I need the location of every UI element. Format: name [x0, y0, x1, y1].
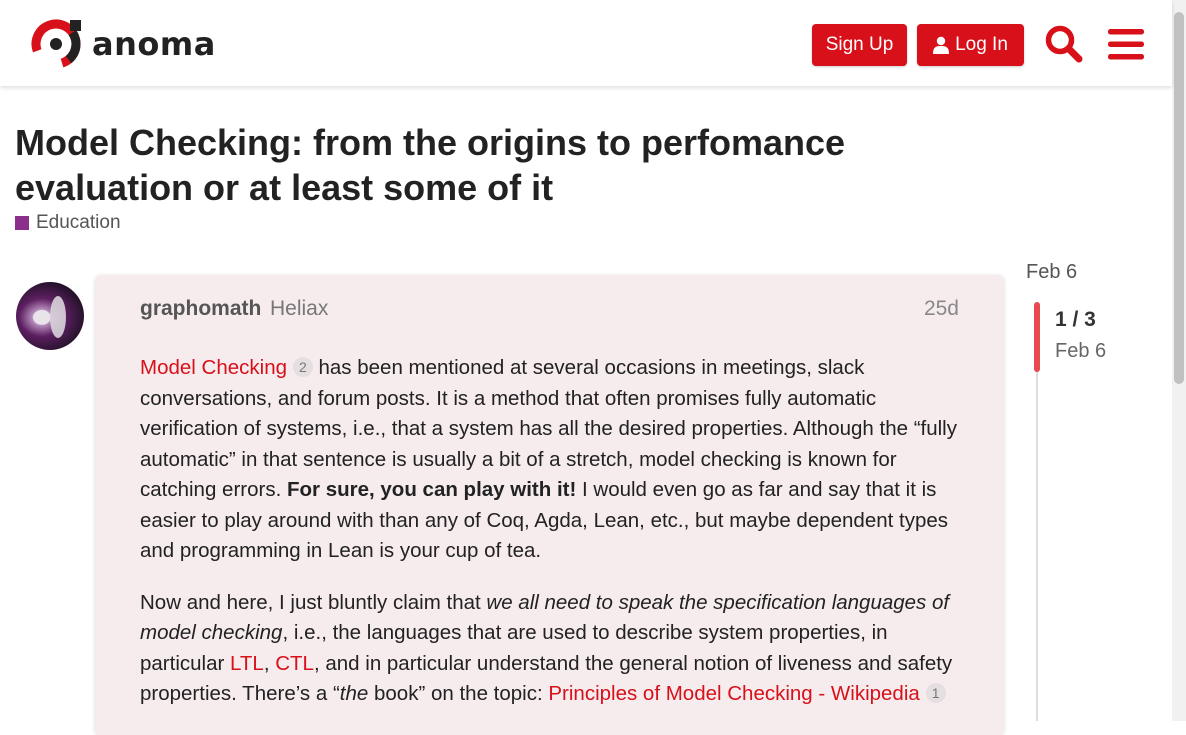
- link-model-checking[interactable]: Model Checking: [140, 356, 287, 379]
- log-in-label: Log In: [955, 34, 1008, 55]
- post-meta: graphomath Heliax 25d: [140, 297, 959, 327]
- logo-text: anoma: [92, 25, 216, 63]
- link-ctl[interactable]: CTL: [275, 652, 314, 675]
- link-click-count: 1: [925, 683, 946, 703]
- site-header: anoma Sign Up Log In: [0, 0, 1172, 86]
- scrollbar-thumb[interactable]: [1174, 12, 1184, 384]
- post-paragraph: Now and here, I just bluntly claim that …: [140, 590, 953, 706]
- post-date[interactable]: 25d: [924, 297, 959, 321]
- page-scrollbar[interactable]: [1172, 0, 1186, 721]
- user-icon: [933, 36, 950, 54]
- log-in-button[interactable]: Log In: [917, 24, 1024, 66]
- category-badge[interactable]: Education: [15, 212, 121, 234]
- post: graphomath Heliax 25d Model Checking 2 ha…: [95, 275, 1004, 735]
- hamburger-menu-icon[interactable]: [1106, 22, 1146, 66]
- link-click-count: 2: [293, 357, 313, 377]
- post-body: Model Checking 2 has been mentioned at se…: [140, 353, 959, 731]
- timeline-position: 1 / 3: [1055, 308, 1096, 331]
- timeline-handle[interactable]: [1034, 302, 1040, 372]
- sign-up-button[interactable]: Sign Up: [812, 24, 907, 66]
- avatar[interactable]: [16, 282, 84, 350]
- topic-title[interactable]: Model Checking: from the origins to perf…: [15, 120, 975, 210]
- category-label: Education: [36, 212, 121, 233]
- bold-text: For sure, you can play with it!: [286, 478, 577, 501]
- italic-text: the: [339, 682, 369, 705]
- timeline-current-date: Feb 6: [1055, 340, 1107, 362]
- link-principles-of-model-checking[interactable]: Principles of Model Checking - Wikipedia: [548, 682, 919, 705]
- link-ltl[interactable]: LTL: [230, 652, 264, 675]
- search-icon[interactable]: [1044, 22, 1084, 66]
- timeline-start-date[interactable]: Feb 6: [1026, 261, 1077, 284]
- post-paragraph: Model Checking 2 has been mentioned at se…: [140, 356, 957, 562]
- user-title: Heliax: [270, 297, 329, 320]
- anoma-logo-icon: [31, 19, 81, 69]
- username[interactable]: graphomath: [140, 297, 261, 321]
- category-color-swatch: [15, 216, 29, 230]
- anoma-logo[interactable]: anoma: [30, 18, 230, 70]
